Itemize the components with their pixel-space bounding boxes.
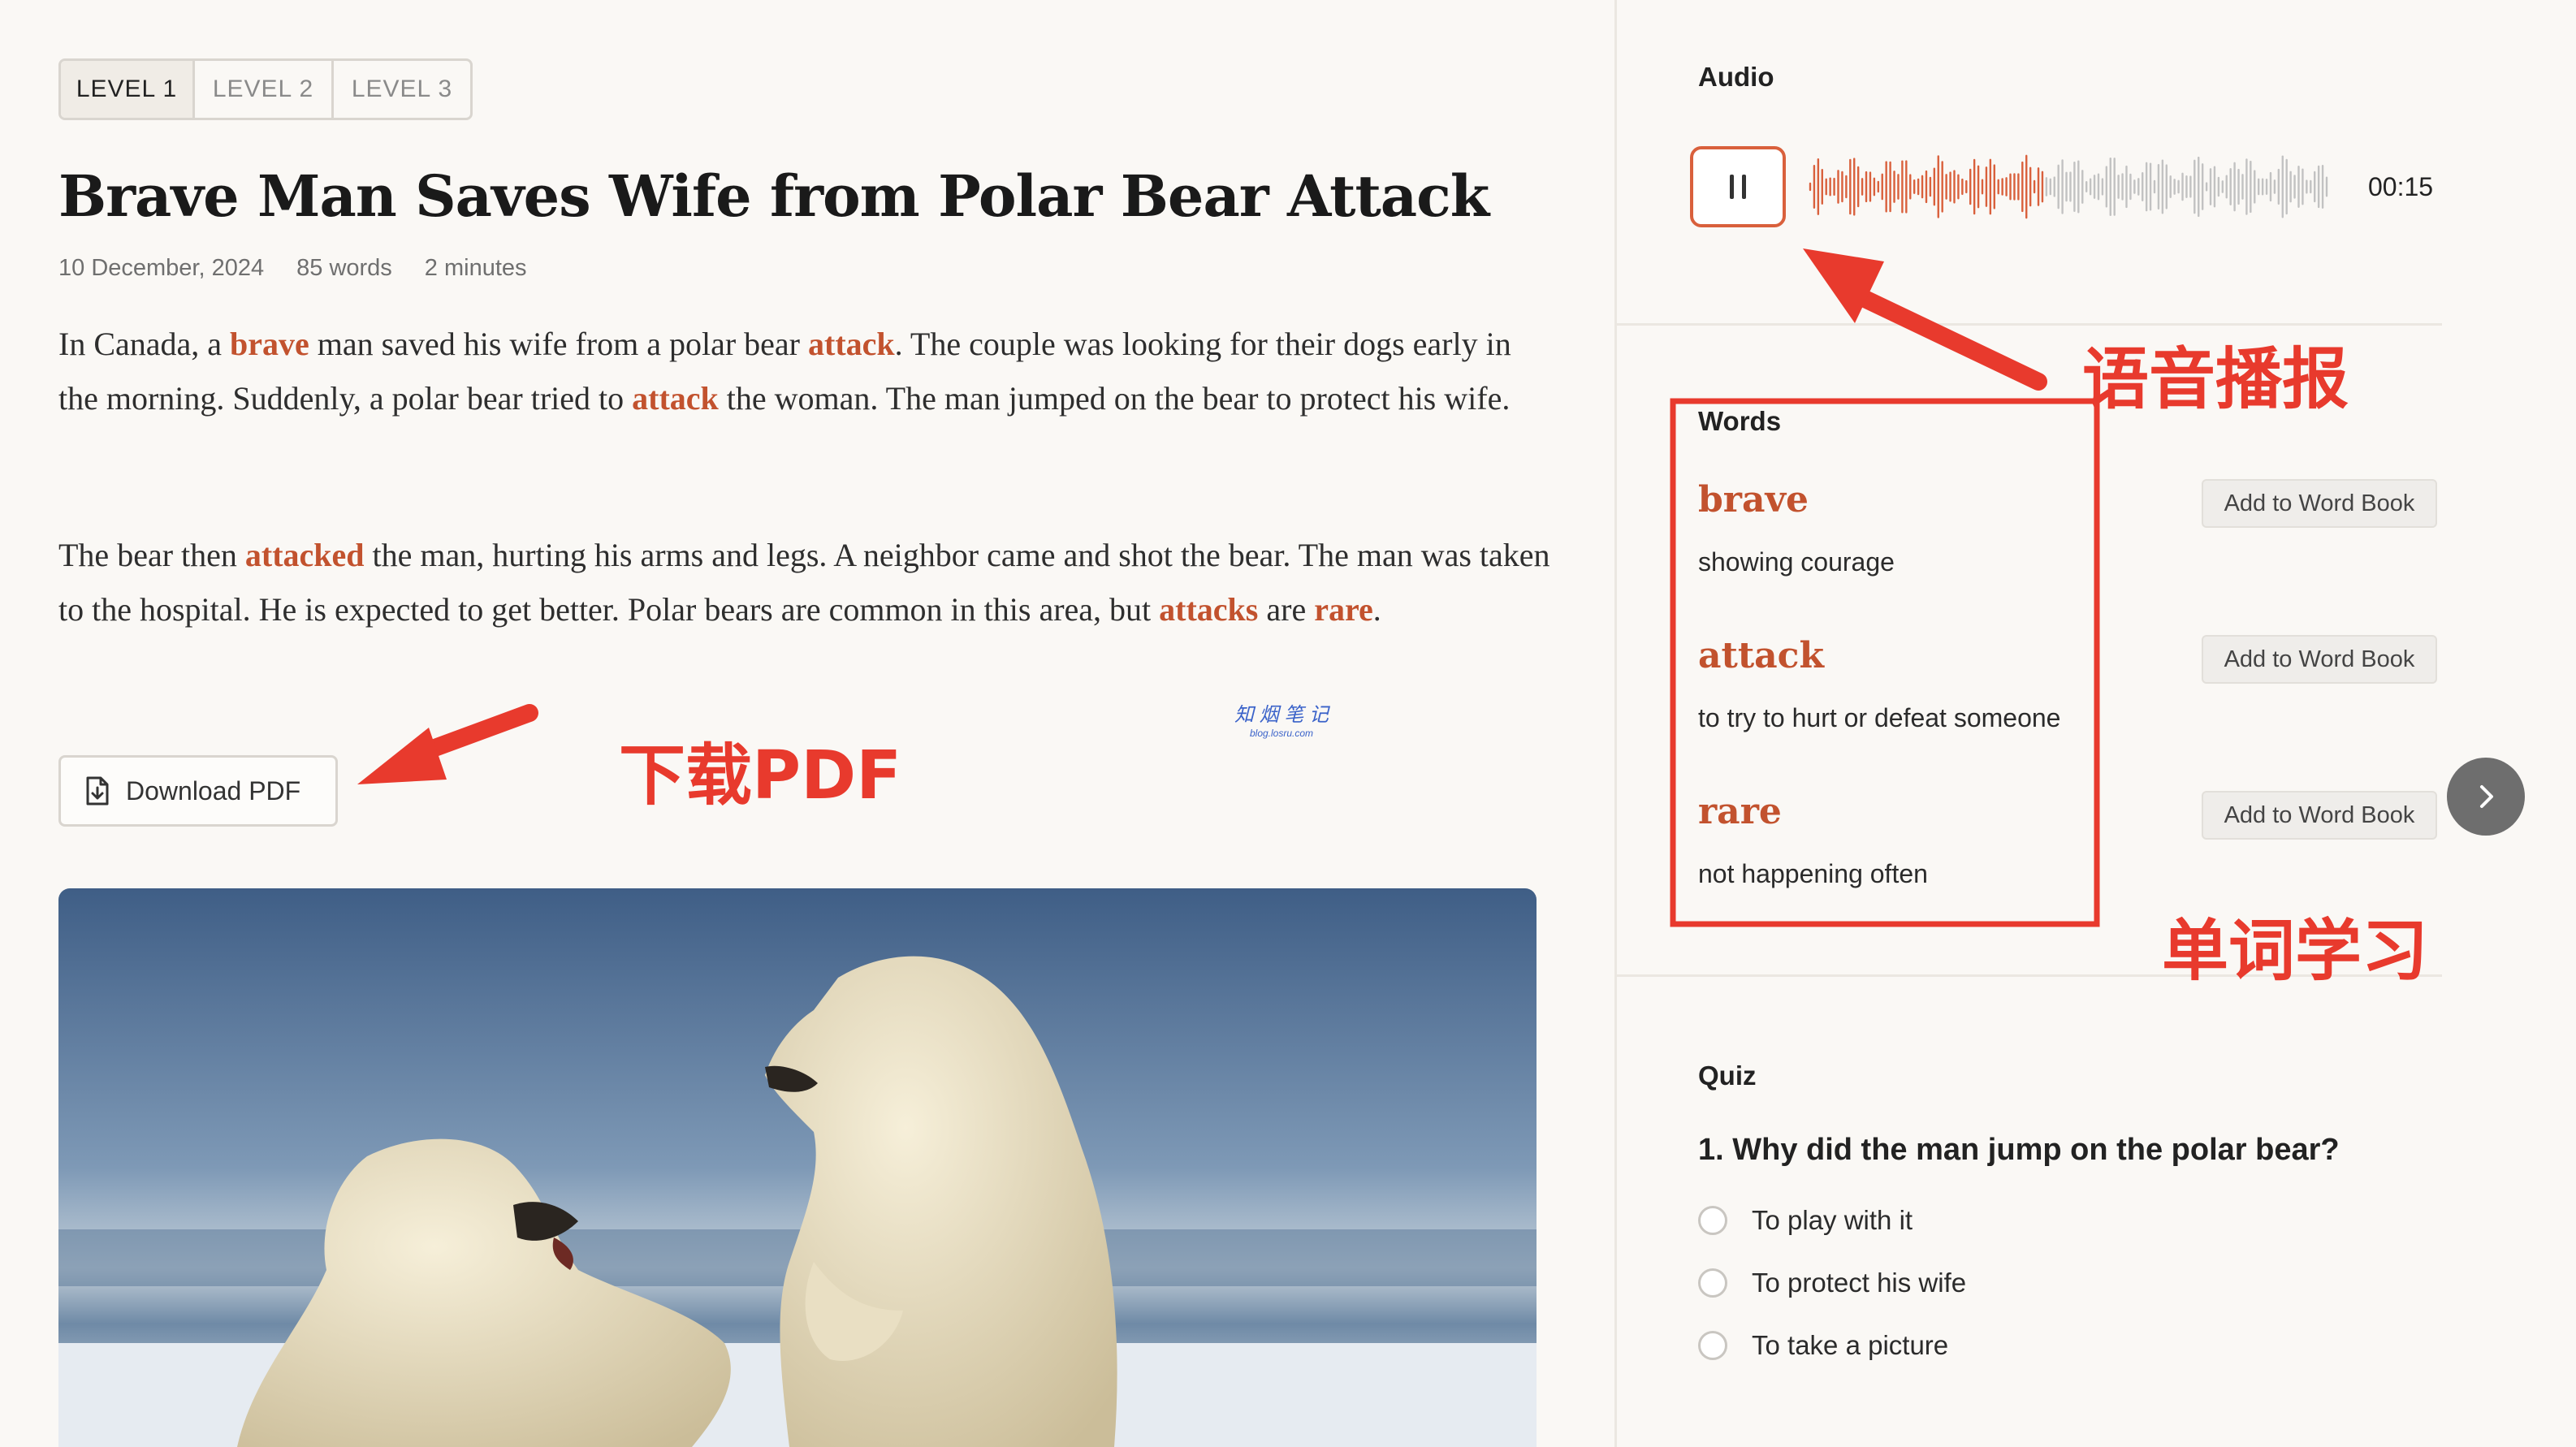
keyword-rare[interactable]: rare: [1314, 591, 1373, 628]
quiz-option[interactable]: To protect his wife: [1698, 1268, 1966, 1298]
download-pdf-label: Download PDF: [126, 775, 301, 806]
article-image: [58, 888, 1537, 1447]
audio-waveform[interactable]: [1809, 153, 2328, 221]
annotation-audio-label: 语音播报: [2082, 341, 2349, 418]
study-sidebar: Audio 00:15 Words brave showing courage …: [1614, 0, 2576, 1447]
tab-level-1[interactable]: LEVEL 1: [61, 61, 192, 118]
download-pdf-button[interactable]: Download PDF: [58, 755, 338, 827]
audio-section-title: Audio: [1698, 62, 1774, 92]
annotation-words-label: 单词学习: [2162, 913, 2429, 990]
radio-button[interactable]: [1698, 1268, 1727, 1298]
text-run: The bear then: [58, 537, 245, 573]
keyword-attacks[interactable]: attacks: [1159, 591, 1258, 628]
file-download-icon: [86, 776, 109, 806]
add-to-word-book-button[interactable]: Add to Word Book: [2202, 479, 2437, 528]
article-title: Brave Man Saves Wife from Polar Bear Att…: [58, 162, 1489, 230]
quiz-option[interactable]: To play with it: [1698, 1205, 1913, 1236]
radio-button[interactable]: [1698, 1331, 1727, 1360]
annotation-download-label: 下载PDF: [619, 737, 902, 814]
audio-time: 00:15: [2368, 172, 2434, 201]
article-paragraph-2: The bear then attacked the man, hurting …: [58, 528, 1553, 637]
vocab-word: brave: [1698, 479, 1809, 520]
article-read-time: 2 minutes: [424, 255, 527, 281]
keyword-brave[interactable]: brave: [230, 326, 309, 362]
quiz-question: 1. Why did the man jump on the polar bea…: [1698, 1133, 2340, 1167]
polar-bears-photo: [58, 888, 1537, 1447]
article-date: 10 December, 2024: [58, 255, 265, 281]
radio-button[interactable]: [1698, 1206, 1727, 1235]
add-to-word-book-button[interactable]: Add to Word Book: [2202, 635, 2437, 684]
chevron-right-icon: [2480, 785, 2493, 808]
vocab-definition: not happening often: [1698, 859, 1928, 888]
text-run: In Canada, a: [58, 326, 231, 362]
quiz-option-label: To take a picture: [1752, 1330, 1949, 1360]
keyword-attacked[interactable]: attacked: [245, 537, 365, 573]
text-run: man saved his wife from a polar bear: [309, 326, 808, 362]
text-run: the woman. The man jumped on the bear to…: [718, 380, 1511, 417]
quiz-option-label: To protect his wife: [1752, 1268, 1967, 1298]
keyword-attack[interactable]: attack: [808, 326, 895, 362]
text-run: .: [1372, 591, 1381, 628]
tab-level-3[interactable]: LEVEL 3: [331, 61, 470, 118]
vocab-definition: to try to hurt or defeat someone: [1698, 703, 2061, 732]
article-word-count: 85 words: [296, 255, 392, 281]
pause-icon: [1742, 175, 1746, 199]
article-meta: 10 December, 2024 85 words 2 minutes: [58, 255, 527, 282]
vocab-definition: showing courage: [1698, 547, 1895, 577]
text-run: are: [1258, 591, 1315, 628]
keyword-attack[interactable]: attack: [632, 380, 719, 417]
pause-button[interactable]: [1690, 146, 1786, 227]
words-section-title: Words: [1698, 406, 1782, 436]
quiz-section-title: Quiz: [1698, 1060, 1757, 1091]
pause-icon: [1730, 175, 1734, 199]
watermark: 知 烟 笔 记 blog.losru.com: [1234, 706, 1329, 742]
quiz-option[interactable]: To take a picture: [1698, 1330, 1948, 1361]
quiz-option-label: To play with it: [1752, 1205, 1913, 1235]
next-button[interactable]: [2447, 758, 2525, 836]
vocab-word: attack: [1698, 635, 1824, 676]
watermark-url: blog.losru.com: [1249, 728, 1314, 739]
article-paragraph-1: In Canada, a brave man saved his wife fr…: [58, 317, 1553, 425]
tab-level-2[interactable]: LEVEL 2: [192, 61, 331, 118]
add-to-word-book-button[interactable]: Add to Word Book: [2202, 791, 2437, 840]
vocab-word: rare: [1698, 791, 1782, 832]
watermark-text: 知 烟 笔 记: [1234, 704, 1329, 726]
level-tabs: LEVEL 1 LEVEL 2 LEVEL 3: [58, 58, 473, 120]
